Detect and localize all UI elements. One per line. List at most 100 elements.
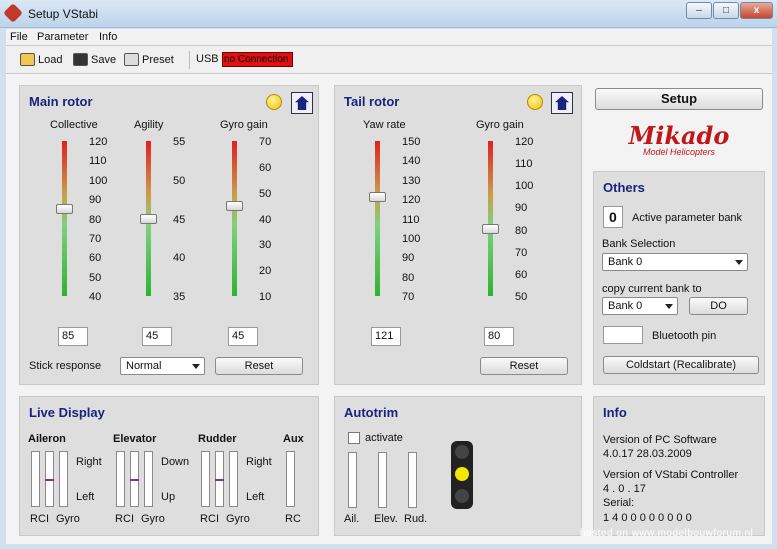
slider-thumb[interactable]	[369, 191, 386, 202]
live-top-label: Right	[246, 456, 272, 468]
live-bar-label: RC	[285, 513, 301, 525]
floppy-icon	[73, 53, 88, 66]
slider-thumb[interactable]	[226, 201, 243, 212]
smiley-icon[interactable]	[266, 94, 282, 110]
slider-tick-label: 90	[89, 194, 102, 207]
live-top-label: Down	[161, 456, 190, 468]
slider-label: Agility	[134, 119, 164, 131]
slider-tick-label: 70	[89, 232, 102, 245]
menu-file[interactable]: File	[10, 31, 28, 43]
load-button[interactable]: Load	[20, 53, 62, 66]
load-label: Load	[38, 53, 63, 66]
bluetooth-pin-input[interactable]	[603, 326, 643, 344]
main-rotor-reset-button[interactable]: Reset	[215, 357, 303, 375]
client-area: Main rotor Collective 120 110 100 90 80 70 60 50…	[6, 74, 772, 544]
slider-track	[488, 141, 493, 296]
close-button[interactable]: x	[740, 2, 773, 19]
menu-info[interactable]: Info	[99, 31, 117, 43]
slider-tick-label: 80	[89, 213, 102, 226]
live-bottom-label: Up	[161, 491, 176, 503]
slider-value-input[interactable]: 85	[58, 327, 88, 346]
slider-value-input[interactable]: 80	[484, 327, 514, 346]
menu-parameter[interactable]: Parameter	[37, 31, 88, 43]
smiley-icon[interactable]	[527, 94, 543, 110]
slider-tick-label: 55	[173, 136, 186, 148]
live-bar-label: RC	[115, 513, 131, 525]
slider-tick-label: 120	[515, 136, 534, 148]
slider-tick-label: 40	[259, 213, 272, 226]
live-bar-marker	[45, 479, 54, 481]
live-bottom-label: Left	[246, 491, 265, 503]
slider-label: Collective	[50, 119, 98, 131]
activate-label: activate	[365, 432, 403, 444]
slider-value-input[interactable]: 45	[228, 327, 258, 346]
slider-tick-label: 35	[173, 291, 186, 303]
slider-tick-label: 120	[402, 194, 421, 207]
activate-checkbox[interactable]	[348, 432, 360, 444]
stick-response-select[interactable]: Normal	[120, 357, 205, 375]
autotrim-bar-label: Elev.	[374, 513, 398, 525]
autotrim-bar	[408, 452, 417, 508]
slider-track	[62, 141, 67, 296]
save-label: Save	[91, 53, 117, 66]
maximize-button[interactable]: □	[713, 2, 739, 19]
slider-tick-label: 50	[89, 271, 102, 284]
slider-thumb[interactable]	[140, 213, 157, 224]
slider-tick-label: 45	[173, 213, 186, 226]
slider-tick-label: 100	[89, 174, 108, 187]
slider-tick-label: 50	[259, 187, 272, 200]
do-button[interactable]: DO	[689, 297, 748, 315]
slider-value-input[interactable]: 121	[371, 327, 401, 346]
slider-track	[375, 141, 380, 296]
slider-tick-label: 60	[89, 252, 102, 265]
menu-bar: File Parameter Info	[6, 29, 772, 46]
slider-tick-label: 80	[515, 224, 528, 237]
slider-tick-label: 100	[515, 180, 534, 193]
home-icon[interactable]	[551, 92, 573, 114]
tail-rotor-panel: Tail rotor Yaw rate 150 140 130 120 110 100 90 8…	[334, 85, 582, 385]
copy-bank-select[interactable]: Bank 0	[602, 297, 678, 315]
save-button[interactable]: Save	[73, 53, 116, 66]
stick-response-value: Normal	[126, 360, 162, 372]
chevron-down-icon	[735, 260, 743, 265]
slider-tick-label: 90	[402, 252, 415, 265]
slider-thumb[interactable]	[482, 224, 499, 235]
slider-tick-label: 30	[259, 239, 272, 252]
live-bar-label: I	[216, 513, 220, 525]
setup-button[interactable]: Setup	[595, 88, 763, 110]
live-display-title: Live Display	[29, 405, 105, 420]
red-light	[455, 445, 469, 459]
autotrim-bar-label: Rud.	[404, 513, 428, 525]
live-bar	[201, 451, 210, 507]
slider-value-input[interactable]: 45	[142, 327, 172, 346]
slider-tick-label: 60	[259, 161, 272, 174]
live-bar	[31, 451, 40, 507]
live-bar-marker	[130, 479, 139, 481]
slider-tick-label: 20	[259, 265, 272, 278]
live-bar-label: RC	[200, 513, 216, 525]
copy-bank-label: copy current bank to	[602, 283, 702, 295]
slider-tick-label: 130	[402, 174, 421, 187]
live-bar	[286, 451, 295, 507]
autotrim-bar	[348, 452, 357, 508]
home-icon[interactable]	[291, 92, 313, 114]
preset-button[interactable]: Preset	[124, 53, 174, 66]
app-icon	[3, 3, 23, 23]
minimize-button[interactable]: –	[686, 2, 712, 19]
serial-label: Serial:	[603, 497, 635, 509]
slider-tick-label: 40	[173, 252, 186, 265]
usb-button[interactable]: USB	[196, 53, 219, 65]
live-bar-label: Gyro	[141, 513, 165, 525]
slider-thumb[interactable]	[56, 204, 73, 215]
slider-track	[232, 141, 237, 296]
slider-tick-label: 10	[259, 291, 272, 303]
yellow-light	[455, 467, 469, 481]
coldstart-button[interactable]: Coldstart (Recalibrate)	[603, 356, 759, 374]
chevron-down-icon	[192, 364, 200, 369]
bank-selection-label: Bank Selection	[602, 238, 676, 250]
bank-selection-select[interactable]: Bank 0	[602, 253, 748, 271]
chevron-down-icon	[665, 304, 673, 309]
tail-rotor-reset-button[interactable]: Reset	[480, 357, 568, 375]
toolbar: Load Save Preset USB no Connection	[6, 46, 772, 74]
slider-tick-label: 150	[402, 136, 421, 148]
